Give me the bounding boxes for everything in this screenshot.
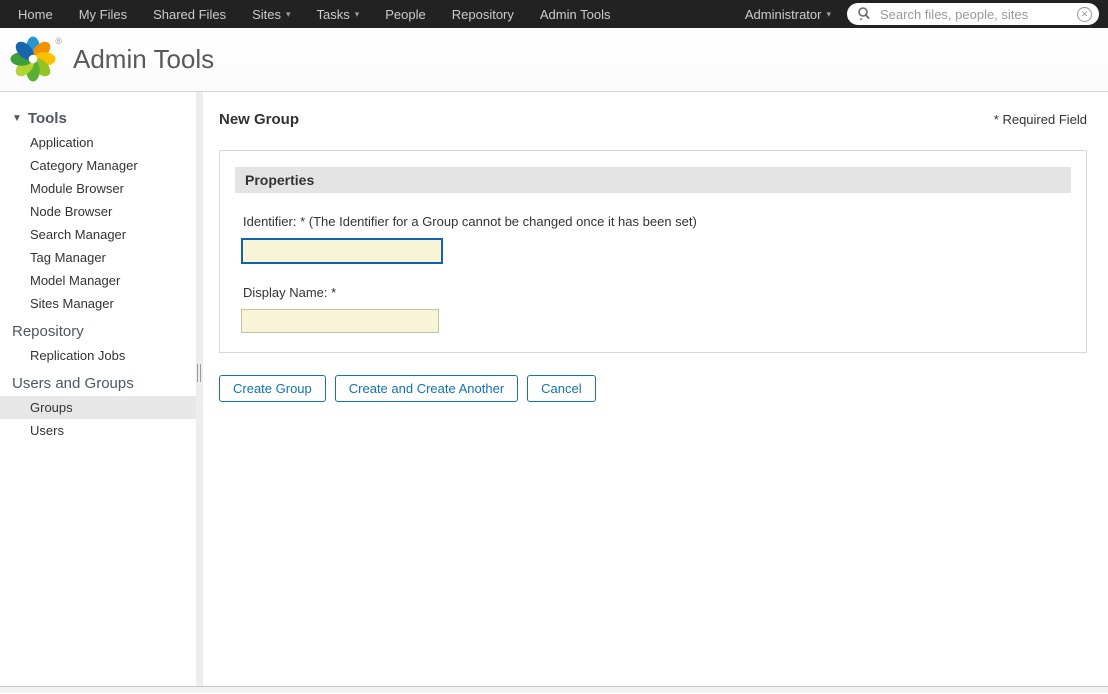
sidebar-resize-handle[interactable] xyxy=(197,364,201,382)
form-header-row: New Group * Required Field xyxy=(219,111,1087,128)
registered-trademark-icon: ® xyxy=(55,35,62,46)
search-icon[interactable] xyxy=(856,6,872,22)
page-title: New Group xyxy=(219,111,300,128)
user-menu-administrator[interactable]: Administrator ▾ xyxy=(735,7,841,22)
page-header-title: Admin Tools xyxy=(73,44,215,74)
sidebar-item-users[interactable]: Users xyxy=(0,419,196,442)
create-and-create-another-button[interactable]: Create and Create Another xyxy=(334,375,519,402)
app-header: ® Admin Tools xyxy=(0,28,1108,92)
cancel-button[interactable]: Cancel xyxy=(527,375,596,402)
new-group-form: New Group * Required Field Properties Id… xyxy=(203,92,1108,686)
nav-item-sites[interactable]: Sites ▾ xyxy=(239,7,303,22)
caret-down-icon: ▾ xyxy=(826,8,831,19)
footer-strip xyxy=(0,686,1108,693)
sidebar-item-replication-jobs[interactable]: Replication Jobs xyxy=(0,344,196,367)
create-group-button[interactable]: Create Group xyxy=(219,375,326,402)
clear-search-icon[interactable]: ✕ xyxy=(1077,6,1092,22)
form-buttons-row: Create Group Create and Create Another C… xyxy=(219,375,1087,402)
sidebar-item-search-manager[interactable]: Search Manager xyxy=(0,223,196,246)
sidebar-section-tools[interactable]: ▼ Tools xyxy=(0,106,196,131)
sidebar-item-sites-manager[interactable]: Sites Manager xyxy=(0,292,196,315)
sidebar-item-category-manager[interactable]: Category Manager xyxy=(0,154,196,177)
nav-item-tasks[interactable]: Tasks ▾ xyxy=(304,7,373,22)
display-name-label: Display Name: * xyxy=(243,285,337,300)
tools-sidebar: ▼ Tools Application Category Manager Mod… xyxy=(0,92,196,686)
nav-item-people[interactable]: People xyxy=(372,7,438,22)
display-name-field-group: Display Name: * xyxy=(235,285,1071,333)
caret-down-icon: ▾ xyxy=(285,8,291,19)
nav-item-repository[interactable]: Repository xyxy=(439,7,527,22)
caret-down-icon: ▾ xyxy=(354,8,360,19)
sidebar-section-users-and-groups: Users and Groups xyxy=(12,375,134,392)
required-field-note: * Required Field xyxy=(993,112,1087,127)
properties-panel: Properties Identifier: * (The Identifier… xyxy=(219,150,1087,353)
nav-item-shared-files[interactable]: Shared Files xyxy=(140,7,239,22)
identifier-input[interactable] xyxy=(241,238,443,264)
logo-petals xyxy=(10,35,56,82)
sidebar-section-repository: Repository xyxy=(12,323,84,340)
sidebar-item-groups[interactable]: Groups xyxy=(0,396,196,419)
display-name-input[interactable] xyxy=(241,309,439,333)
identifier-label: Identifier: * (The Identifier for a Grou… xyxy=(243,214,697,229)
sidebar-item-node-browser[interactable]: Node Browser xyxy=(0,200,196,223)
sidebar-item-tag-manager[interactable]: Tag Manager xyxy=(0,246,196,269)
nav-item-my-files[interactable]: My Files xyxy=(66,7,140,22)
alfresco-logo: ® xyxy=(10,35,62,84)
nav-item-admin-tools[interactable]: Admin Tools xyxy=(527,7,624,22)
search-input[interactable] xyxy=(878,5,1077,23)
search-box: ✕ xyxy=(847,3,1099,25)
identifier-field-group: Identifier: * (The Identifier for a Grou… xyxy=(235,214,1071,264)
sidebar-item-model-manager[interactable]: Model Manager xyxy=(0,269,196,292)
sidebar-resize-gutter xyxy=(196,92,203,686)
top-navigation-bar: Home My Files Shared Files Sites ▾ Tasks… xyxy=(0,0,1108,28)
sidebar-item-module-browser[interactable]: Module Browser xyxy=(0,177,196,200)
properties-panel-header: Properties xyxy=(235,167,1071,193)
nav-item-home[interactable]: Home xyxy=(5,7,66,22)
collapse-triangle-icon: ▼ xyxy=(12,113,22,124)
sidebar-item-application[interactable]: Application xyxy=(0,131,196,154)
content-area: ▼ Tools Application Category Manager Mod… xyxy=(0,92,1108,686)
